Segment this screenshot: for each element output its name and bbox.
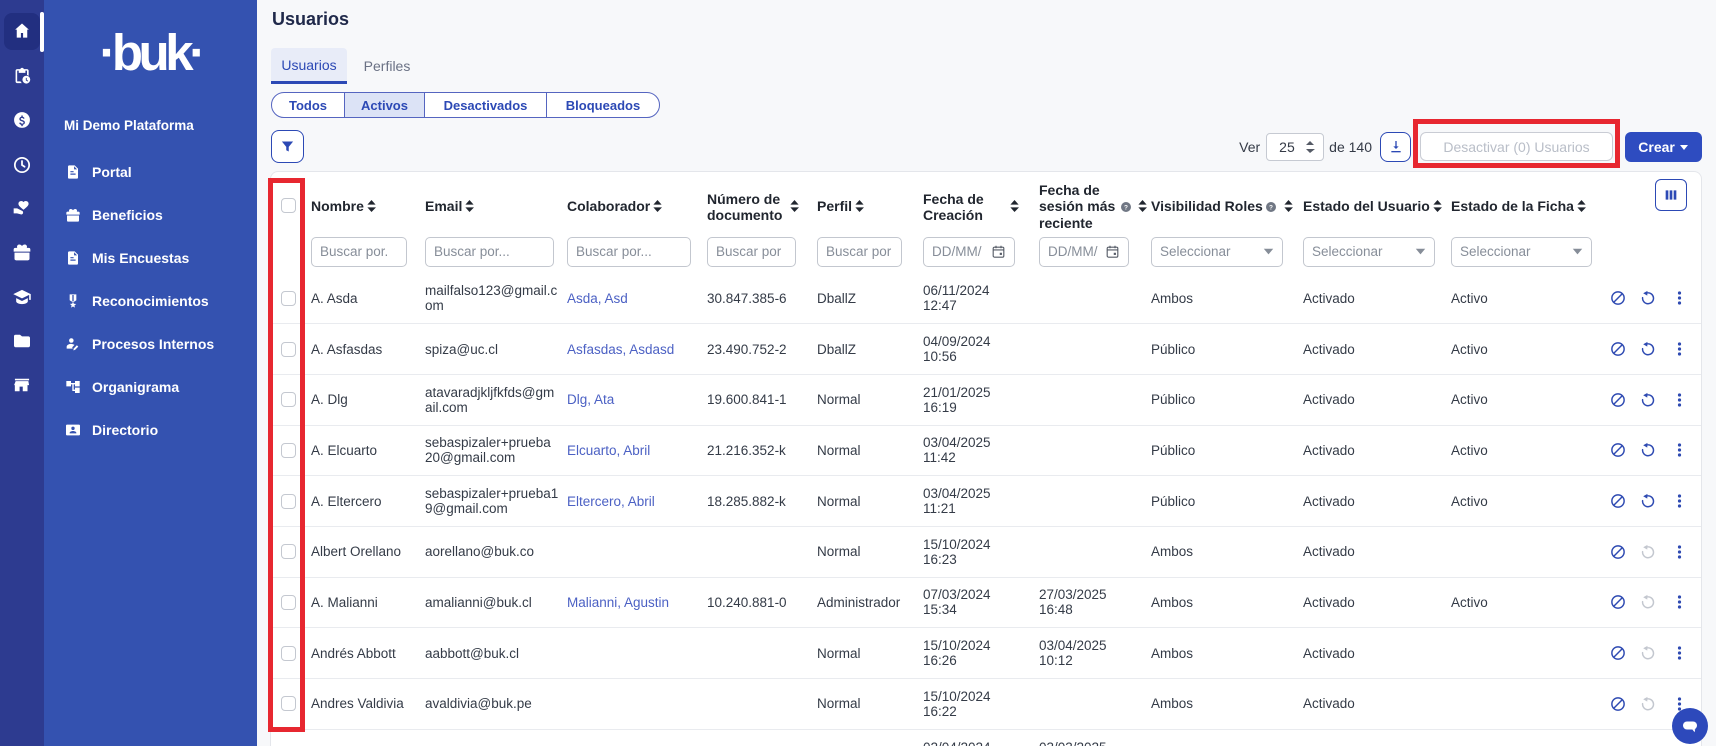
- svg-text:?: ?: [1269, 204, 1273, 211]
- svg-text:?: ?: [1124, 204, 1128, 211]
